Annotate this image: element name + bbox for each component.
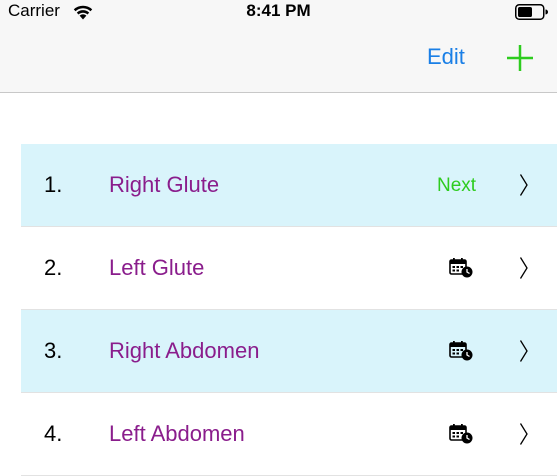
calendar-clock-icon xyxy=(449,424,473,444)
injection-site-list: 1. Right Glute Next 2. Left Glute 3. Rig… xyxy=(21,144,557,476)
row-number: 1. xyxy=(44,172,63,197)
row-number: 4. xyxy=(44,421,63,446)
calendar-clock-icon xyxy=(449,341,473,361)
next-badge: Next xyxy=(437,175,477,196)
row-label: Right Glute xyxy=(109,172,220,197)
status-time: 8:41 PM xyxy=(246,1,311,20)
edit-button[interactable]: Edit xyxy=(427,44,465,70)
row-label: Left Abdomen xyxy=(109,421,245,446)
list-item[interactable]: 3. Right Abdomen xyxy=(21,310,557,393)
row-number: 2. xyxy=(44,255,63,280)
calendar-clock-icon xyxy=(449,258,473,278)
chevron-right-icon xyxy=(519,423,528,445)
chevron-right-icon xyxy=(519,340,528,362)
row-number: 3. xyxy=(44,338,63,363)
chevron-right-icon xyxy=(519,257,528,279)
plus-icon[interactable] xyxy=(505,43,535,73)
list-item[interactable]: 4. Left Abdomen xyxy=(21,393,557,476)
navigation-bar: Edit xyxy=(0,24,557,93)
list-item[interactable]: 2. Left Glute xyxy=(21,227,557,310)
battery-icon xyxy=(515,4,548,20)
row-label: Right Abdomen xyxy=(109,338,260,363)
status-bar: Carrier 8:41 PM xyxy=(0,0,557,24)
list-item[interactable]: 1. Right Glute Next xyxy=(21,144,557,227)
row-label: Left Glute xyxy=(109,255,205,280)
chevron-right-icon xyxy=(519,174,528,196)
